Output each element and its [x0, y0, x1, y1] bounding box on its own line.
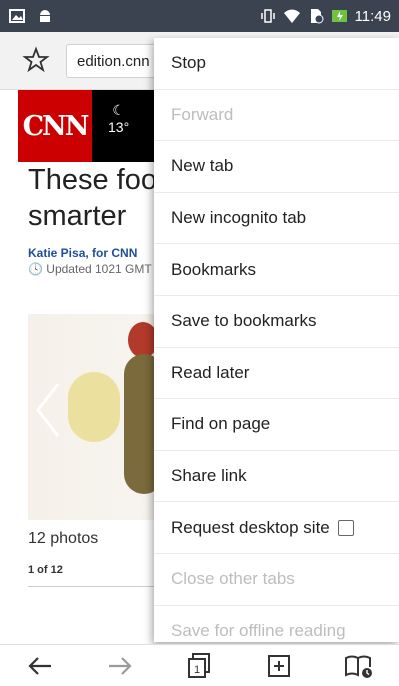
menu-item-label: Read later	[171, 362, 250, 382]
menu-item-bookmarks[interactable]: Bookmarks	[154, 244, 399, 296]
byline: Katie Pisa, for CNN	[28, 246, 137, 260]
sauce-shape	[68, 372, 120, 442]
status-time: 11:49	[354, 7, 391, 25]
menu-item-label: Request desktop site	[171, 517, 330, 537]
image-icon	[8, 7, 26, 25]
desktop-site-checkbox[interactable]	[337, 519, 354, 536]
updated-text: Updated 1021 GMT	[46, 262, 152, 276]
android-icon	[36, 7, 54, 25]
photos-count: 12 photos	[28, 530, 99, 547]
bottom-navigation: 1	[0, 644, 399, 686]
menu-item-label: Share link	[171, 466, 247, 486]
menu-item-stop[interactable]: Stop	[154, 38, 399, 90]
back-arrow-icon[interactable]	[23, 649, 57, 683]
forward-arrow-icon[interactable]	[103, 649, 137, 683]
headline-line-1: These foo	[28, 164, 157, 196]
byline-author[interactable]: Katie Pisa,	[28, 246, 89, 260]
menu-item-label: Save to bookmarks	[171, 311, 317, 331]
weather-widget[interactable]: ☾ 13°	[108, 102, 129, 135]
article-headline: These foo smarter	[28, 162, 157, 234]
bookmark-star-icon[interactable]	[22, 46, 50, 74]
menu-item-close-other-tabs: Close other tabs	[154, 554, 399, 606]
weather-temp: 13°	[108, 119, 130, 135]
menu-item-request-desktop-site[interactable]: Request desktop site	[154, 502, 399, 554]
menu-item-new-tab[interactable]: New tab	[154, 141, 399, 193]
cnn-logo[interactable]: CNN	[18, 90, 92, 162]
vibrate-icon	[259, 7, 277, 25]
tabs-icon[interactable]: 1	[182, 649, 216, 683]
menu-item-save-offline: Save for offline reading	[154, 606, 399, 642]
menu-item-forward: Forward	[154, 90, 399, 142]
byline-rest: for CNN	[92, 246, 138, 260]
tab-count: 1	[194, 664, 200, 676]
menu-item-label: Close other tabs	[171, 569, 295, 589]
status-bar: 11:49	[0, 0, 399, 32]
menu-item-find-on-page[interactable]: Find on page	[154, 399, 399, 451]
clock-icon: 🕓	[28, 262, 43, 276]
gallery-position: 1 of 12	[28, 564, 63, 576]
updated-timestamp: 🕓 Updated 1021 GMT	[28, 262, 152, 276]
new-tab-icon[interactable]	[262, 649, 296, 683]
battery-charging-icon	[331, 7, 349, 25]
overflow-menu: Stop Forward New tab New incognito tab B…	[154, 38, 399, 642]
gallery-previous-icon[interactable]	[32, 380, 64, 440]
menu-item-share-link[interactable]: Share link	[154, 451, 399, 503]
reading-list-icon[interactable]	[342, 649, 376, 683]
menu-item-label: Save for offline reading	[171, 620, 346, 640]
menu-item-label: Bookmarks	[171, 259, 257, 279]
menu-item-new-incognito-tab[interactable]: New incognito tab	[154, 193, 399, 245]
menu-item-label: Stop	[171, 53, 206, 73]
menu-item-save-to-bookmarks[interactable]: Save to bookmarks	[154, 296, 399, 348]
menu-item-read-later[interactable]: Read later	[154, 348, 399, 400]
menu-item-label: New incognito tab	[171, 208, 307, 228]
menu-item-label: Find on page	[171, 414, 271, 434]
no-sim-icon	[307, 7, 325, 25]
moon-icon: ☾	[112, 102, 125, 118]
status-bar-right: 11:49	[259, 7, 391, 25]
headline-line-2: smarter	[28, 200, 127, 232]
menu-item-label: Forward	[171, 104, 234, 124]
wifi-icon	[283, 7, 301, 25]
menu-item-label: New tab	[171, 156, 234, 176]
status-bar-left	[8, 7, 54, 25]
divider	[28, 586, 168, 587]
browser-screen: 11:49 edition.cnn CNN ☾ 13° These foo sm…	[0, 0, 399, 686]
